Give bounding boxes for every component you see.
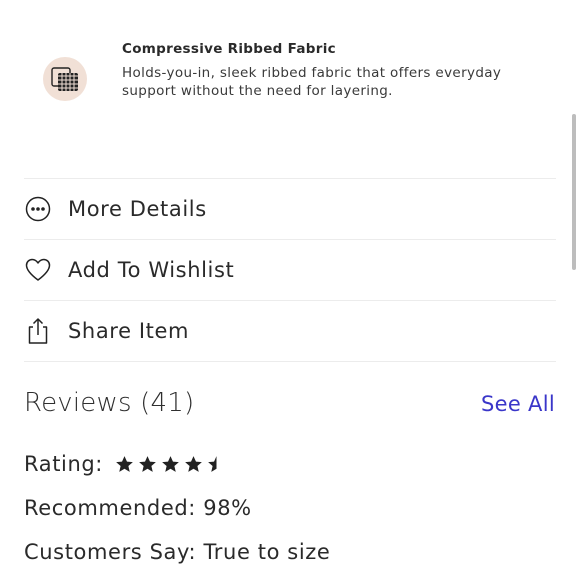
star-rating xyxy=(115,455,230,474)
star-half-icon xyxy=(208,455,217,472)
star-full-icon xyxy=(162,455,179,472)
scrollbar[interactable] xyxy=(572,114,576,270)
add-to-wishlist-label: Add To Wishlist xyxy=(68,258,235,282)
more-dots-icon xyxy=(24,195,52,223)
share-item-label: Share Item xyxy=(68,319,190,343)
feature-section: Compressive Ribbed Fabric Holds-you-in, … xyxy=(0,0,580,110)
star-full-icon xyxy=(185,455,202,472)
rating-row: Rating: xyxy=(24,452,230,476)
star-full-icon xyxy=(116,455,133,472)
add-to-wishlist-row[interactable]: Add To Wishlist xyxy=(24,239,556,300)
heart-icon xyxy=(24,256,52,284)
feature-title: Compressive Ribbed Fabric xyxy=(122,41,336,57)
fabric-swatch-icon xyxy=(42,56,88,102)
star-full-icon xyxy=(139,455,156,472)
customers-say-text: Customers Say: True to size xyxy=(24,540,331,564)
more-details-row[interactable]: More Details xyxy=(24,178,556,239)
see-all-link[interactable]: See All xyxy=(481,392,555,416)
share-item-row[interactable]: Share Item xyxy=(24,300,556,362)
feature-description: Holds-you-in, sleek ribbed fabric that o… xyxy=(122,65,502,99)
reviews-heading: Reviews (41) xyxy=(24,388,195,418)
action-list: More Details Add To Wishlist Share Item xyxy=(24,178,556,362)
more-details-label: More Details xyxy=(68,197,207,221)
rating-label: Rating: xyxy=(24,452,103,476)
share-icon xyxy=(24,317,52,345)
recommended-text: Recommended: 98% xyxy=(24,496,252,520)
